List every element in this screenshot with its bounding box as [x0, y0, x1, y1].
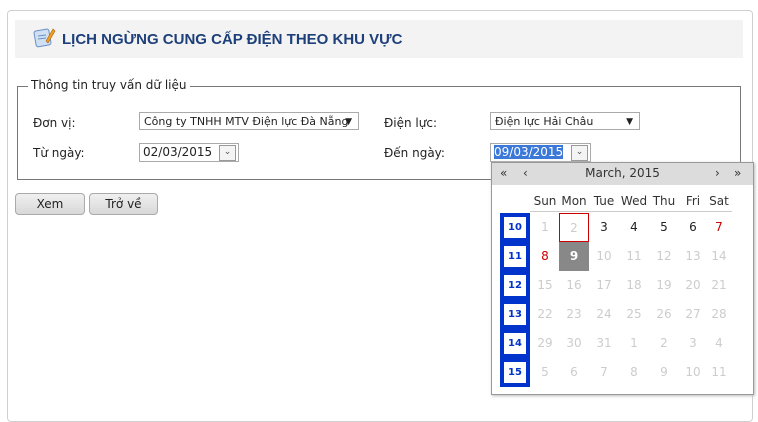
date-picker-popup: March, 2015 « ‹ › » Sun Mon Tue Wed Thu Fri Sa…: [491, 162, 754, 395]
dien-luc-value: Điện lực Hải Châu: [495, 115, 594, 128]
calendar-day: 10: [596, 249, 612, 263]
tu-ngay-value: 02/03/2015: [143, 145, 213, 159]
calendar-day: 11: [626, 249, 642, 263]
calendar-day[interactable]: 8: [530, 242, 560, 271]
week-number[interactable]: 13: [500, 300, 530, 329]
weekday-header: Sun: [533, 194, 557, 208]
calendar-day[interactable]: 4: [619, 213, 649, 242]
calendar-day: 29: [537, 336, 553, 350]
calendar-toggle-button[interactable]: ⌄: [571, 145, 588, 161]
dropdown-arrow-icon: ▼: [345, 117, 352, 127]
fieldset-legend: Thông tin truy vấn dữ liệu: [28, 78, 190, 92]
dropdown-arrow-icon: ▼: [626, 117, 633, 127]
calendar-day: 19: [656, 278, 672, 292]
calendar-day: 15: [537, 278, 553, 292]
weekday-header: Sat: [709, 194, 729, 208]
document-edit-icon: [33, 28, 56, 48]
week-number[interactable]: 12: [500, 271, 530, 300]
calendar-day: 18: [626, 278, 642, 292]
week-number[interactable]: 14: [500, 329, 530, 358]
calendar-toggle-button[interactable]: ⌄: [219, 145, 236, 161]
don-vi-value: Công ty TNHH MTV Điện lực Đà Nẵng: [144, 115, 349, 128]
calendar-day: 11: [711, 365, 727, 379]
calendar-day: 26: [656, 307, 672, 321]
calendar-day: 9: [660, 365, 668, 379]
calendar-day: 28: [711, 307, 727, 321]
calendar-day: 22: [537, 307, 553, 321]
calendar-day: 24: [596, 307, 612, 321]
calendar-day: 16: [566, 278, 582, 292]
tu-ngay-label: Từ ngày:: [33, 146, 85, 160]
page-title: LỊCH NGỪNG CUNG CẤP ĐIỆN THEO KHU VỰC: [62, 31, 403, 48]
calendar-day: 8: [630, 365, 638, 379]
den-ngay-label: Đến ngày:: [384, 146, 445, 160]
den-ngay-value: 09/03/2015: [494, 145, 564, 159]
weekday-header: Wed: [620, 194, 648, 208]
don-vi-label: Đơn vị:: [33, 116, 76, 130]
calendar-day: 5: [541, 365, 549, 379]
dien-luc-select[interactable]: Điện lực Hải Châu ▼: [490, 112, 640, 130]
prev-month-button[interactable]: ‹: [523, 166, 528, 180]
calendar-day: 17: [596, 278, 612, 292]
don-vi-select[interactable]: Công ty TNHH MTV Điện lực Đà Nẵng ▼: [139, 112, 359, 130]
calendar-month-label: March, 2015: [585, 166, 660, 180]
calendar-day[interactable]: 5: [649, 213, 679, 242]
next-year-button[interactable]: »: [734, 166, 741, 180]
back-button[interactable]: Trở về: [89, 193, 158, 215]
calendar-day: 25: [626, 307, 642, 321]
dien-luc-label: Điện lực:: [384, 116, 438, 130]
view-button[interactable]: Xem: [15, 193, 85, 215]
calendar-day: 30: [566, 336, 582, 350]
calendar-day: 4: [715, 336, 723, 350]
calendar-day[interactable]: 7: [704, 213, 734, 242]
calendar-day: 6: [570, 365, 578, 379]
calendar-day: 23: [566, 307, 582, 321]
calendar-day[interactable]: 9: [559, 242, 589, 271]
den-ngay-input[interactable]: 09/03/2015 ⌄: [490, 143, 591, 162]
calendar-day: 21: [711, 278, 727, 292]
calendar-day: 1: [630, 336, 638, 350]
calendar-day: 12: [656, 249, 672, 263]
tu-ngay-input[interactable]: 02/03/2015 ⌄: [139, 143, 239, 162]
weekday-header: Mon: [561, 194, 587, 208]
week-number[interactable]: 11: [500, 242, 530, 271]
weekday-header: Thu: [652, 194, 676, 208]
calendar-day: 2: [559, 213, 589, 242]
weekday-divider: [530, 211, 732, 212]
calendar-day: 1: [541, 220, 549, 234]
calendar-day[interactable]: 3: [589, 213, 619, 242]
calendar-day: 31: [596, 336, 612, 350]
calendar-day: 2: [660, 336, 668, 350]
prev-year-button[interactable]: «: [500, 166, 507, 180]
weekday-header: Tue: [593, 194, 615, 208]
calendar-day: 7: [600, 365, 608, 379]
week-number[interactable]: 15: [500, 358, 530, 387]
week-number[interactable]: 10: [500, 213, 530, 242]
calendar-day: 14: [711, 249, 727, 263]
next-month-button[interactable]: ›: [715, 166, 720, 180]
